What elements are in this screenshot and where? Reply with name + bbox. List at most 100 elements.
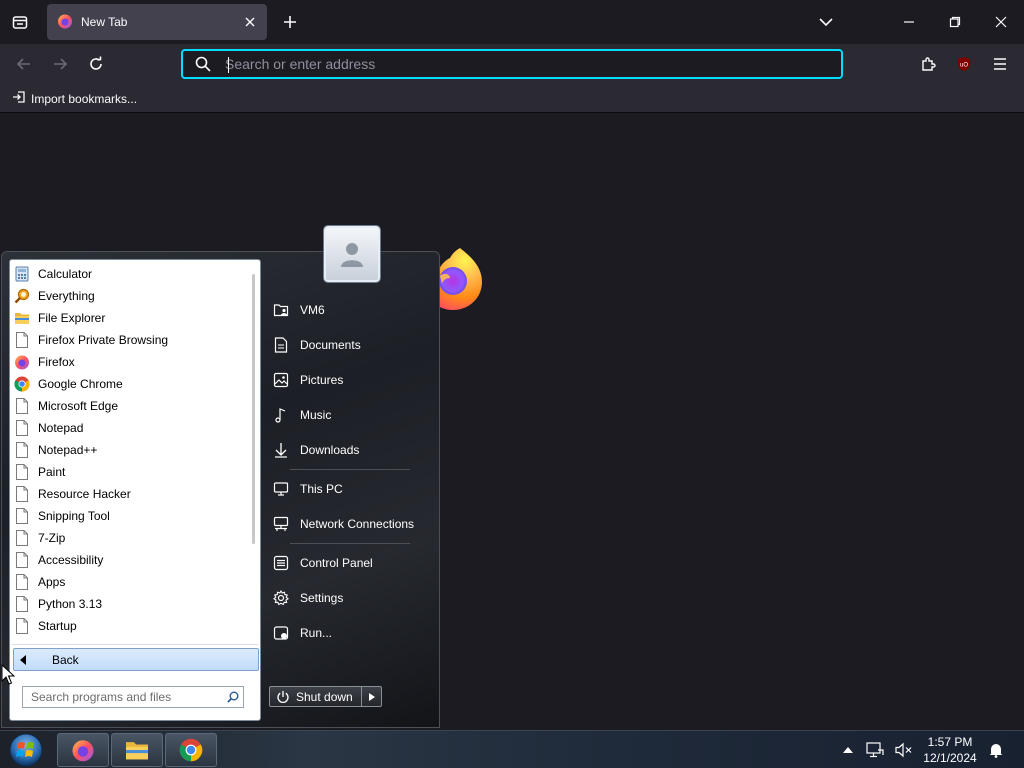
firefox-icon [14,354,30,370]
program-item-startup[interactable]: Startup [10,615,250,637]
search-icon[interactable] [223,691,243,703]
program-item-everything[interactable]: Everything [10,285,250,307]
tab-bar: New Tab [0,0,1024,44]
notification-bell-icon[interactable] [986,740,1006,760]
start-search-box[interactable] [22,686,244,708]
document-icon [14,398,30,414]
svg-text:uO: uO [960,63,968,69]
firefox-icon [72,740,94,762]
document-icon [14,530,30,546]
music-icon [272,406,290,424]
import-icon [12,90,26,107]
hamburger-menu-icon[interactable] [988,52,1012,76]
chrome-icon [14,376,30,392]
place-label: Pictures [300,372,344,387]
program-label: Google Chrome [38,377,123,391]
program-item-firefox-private-browsing[interactable]: Firefox Private Browsing [10,329,250,351]
place-this-pc[interactable]: This PC [264,471,434,506]
import-bookmarks-label: Import bookmarks... [31,91,138,106]
forward-arrow-icon[interactable] [48,52,72,76]
place-label: Downloads [300,442,360,457]
places-pane: VM6 Documents Pictures Music Downloads T… [264,292,434,650]
navigation-toolbar: uO [0,44,1024,84]
close-tab-icon[interactable] [241,13,259,31]
shutdown-button[interactable]: Shut down [269,686,362,707]
taskbar-file-explorer[interactable] [111,733,163,767]
text-caret [228,57,229,73]
place-downloads[interactable]: Downloads [264,432,434,467]
speaker-muted-icon[interactable] [894,740,914,760]
close-window-icon[interactable] [978,0,1024,44]
document-icon [272,336,290,354]
new-tab-icon[interactable] [278,10,302,34]
tab-title: New Tab [81,15,128,29]
program-item-calculator[interactable]: Calculator [10,263,250,285]
program-item-google-chrome[interactable]: Google Chrome [10,373,250,395]
power-icon [276,690,290,704]
place-control-panel[interactable]: Control Panel [264,545,434,580]
place-user-folder[interactable]: VM6 [264,292,434,327]
program-item-snipping-tool[interactable]: Snipping Tool [10,505,250,527]
minimize-window-icon[interactable] [886,0,932,44]
user-folder-icon [272,301,290,319]
import-bookmarks-button[interactable]: Import bookmarks... [12,90,137,107]
bookmarks-toolbar: Import bookmarks... [0,84,1024,113]
document-icon [14,486,30,502]
tab-new-tab[interactable]: New Tab [47,4,267,40]
place-network-connections[interactable]: Network Connections [264,506,434,541]
back-button[interactable]: Back [13,648,259,671]
place-label: VM6 [300,302,325,317]
all-programs-list: Calculator Everything File Explorer Fire… [10,263,250,643]
document-icon [14,332,30,348]
program-item-microsoft-edge[interactable]: Microsoft Edge [10,395,250,417]
program-item-apps[interactable]: Apps [10,571,250,593]
start-search-input[interactable] [23,690,223,704]
system-clock[interactable]: 1:57 PM 12/1/2024 [916,734,984,766]
start-button[interactable] [5,732,47,768]
folder-icon [126,742,148,760]
place-label: Network Connections [300,516,415,531]
address-input[interactable] [225,56,841,72]
program-label: Firefox Private Browsing [38,333,169,347]
programs-scrollbar[interactable] [252,274,255,544]
mouse-cursor-icon [1,663,16,689]
program-item-7-zip[interactable]: 7-Zip [10,527,250,549]
show-hidden-icons-chevron-up-icon[interactable] [838,740,858,760]
place-music[interactable]: Music [264,397,434,432]
program-label: Firefox [38,355,75,369]
shutdown-options-arrow-icon[interactable] [362,686,382,707]
place-settings[interactable]: Settings [264,580,434,615]
place-run[interactable]: Run... [264,615,434,650]
taskbar: 1:57 PM 12/1/2024 [0,730,1024,768]
place-documents[interactable]: Documents [264,327,434,362]
program-item-notepad-plus-plus[interactable]: Notepad++ [10,439,250,461]
program-item-python[interactable]: Python 3.13 [10,593,250,615]
user-avatar[interactable] [324,226,380,282]
reload-icon[interactable] [84,52,108,76]
program-item-firefox[interactable]: Firefox [10,351,250,373]
program-item-paint[interactable]: Paint [10,461,250,483]
address-bar[interactable] [181,49,843,79]
restore-window-icon[interactable] [932,0,978,44]
place-pictures[interactable]: Pictures [264,362,434,397]
place-label: Run... [300,625,333,640]
shutdown-label: Shut down [296,689,353,704]
chevron-down-icon[interactable] [814,10,838,34]
program-item-notepad[interactable]: Notepad [10,417,250,439]
program-item-resource-hacker[interactable]: Resource Hacker [10,483,250,505]
user-icon [341,243,363,267]
shutdown-group: Shut down [269,686,382,707]
place-label: Settings [300,590,344,605]
back-arrow-icon[interactable] [12,52,36,76]
program-item-accessibility[interactable]: Accessibility [10,549,250,571]
extensions-puzzle-icon[interactable] [917,52,941,76]
calculator-icon [14,266,30,282]
ublock-origin-icon[interactable]: uO [952,52,976,76]
taskbar-firefox[interactable] [57,733,109,767]
program-item-file-explorer[interactable]: File Explorer [10,307,250,329]
taskbar-chrome[interactable] [165,733,217,767]
network-monitor-icon[interactable] [865,740,885,760]
program-label: Snipping Tool [38,509,110,523]
firefox-view-button[interactable] [8,10,32,34]
run-icon [272,624,290,642]
